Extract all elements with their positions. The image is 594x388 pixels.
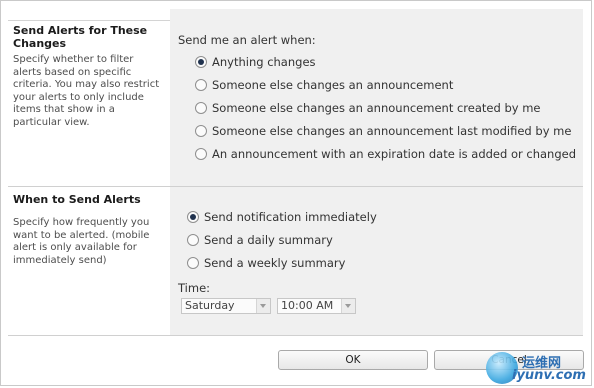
footer-divider — [8, 335, 583, 336]
option-label: Someone else changes an announcement — [212, 78, 454, 92]
send-alerts-description: Specify whether to filter alerts based o… — [13, 54, 160, 128]
time-select[interactable]: 10:00 AM — [277, 298, 356, 314]
option-label: Anything changes — [212, 55, 316, 69]
time-select-value: 10:00 AM — [281, 299, 334, 312]
day-select[interactable]: Saturday — [181, 298, 271, 314]
option-expiration-date[interactable]: An announcement with an expiration date … — [195, 146, 576, 162]
option-changes-created-by-me[interactable]: Someone else changes an announcement cre… — [195, 100, 541, 116]
watermark-text-domain: iyunv.com — [512, 368, 586, 383]
radio-button[interactable] — [195, 79, 207, 91]
alert-when-prompt: Send me an alert when: — [178, 33, 316, 47]
radio-button[interactable] — [195, 125, 207, 137]
send-alerts-heading: Send Alerts for These Changes — [13, 24, 148, 50]
radio-button[interactable] — [187, 234, 199, 246]
option-daily-summary[interactable]: Send a daily summary — [187, 232, 333, 248]
day-select-value: Saturday — [185, 299, 235, 312]
when-to-send-description: Specify how frequently you want to be al… — [13, 217, 150, 266]
option-anything-changes[interactable]: Anything changes — [195, 54, 316, 70]
option-someone-changes[interactable]: Someone else changes an announcement — [195, 77, 453, 93]
ok-button[interactable]: OK — [278, 350, 428, 370]
option-changes-modified-by-me[interactable]: Someone else changes an announcement las… — [195, 123, 571, 139]
option-label: Send notification immediately — [204, 210, 377, 224]
option-label: Send a daily summary — [204, 233, 333, 247]
site-watermark: 运维网 iyunv.com — [486, 352, 590, 386]
alert-settings-panel: Send Alerts for These Changes Specify wh… — [0, 0, 592, 386]
radio-button[interactable] — [195, 148, 207, 160]
when-to-send-heading: When to Send Alerts — [13, 193, 141, 206]
option-label: Someone else changes an announcement cre… — [212, 101, 541, 115]
chevron-down-icon[interactable] — [256, 299, 270, 313]
radio-button[interactable] — [195, 102, 207, 114]
option-label: An announcement with an expiration date … — [212, 147, 577, 161]
chevron-down-icon[interactable] — [341, 299, 355, 313]
option-send-immediately[interactable]: Send notification immediately — [187, 209, 377, 225]
option-label: Someone else changes an announcement las… — [212, 124, 572, 138]
section-divider — [8, 186, 583, 187]
radio-button-checked[interactable] — [195, 56, 207, 68]
time-label: Time: — [178, 281, 211, 295]
radio-button[interactable] — [187, 257, 199, 269]
option-label: Send a weekly summary — [204, 256, 346, 270]
option-weekly-summary[interactable]: Send a weekly summary — [187, 255, 345, 271]
radio-button-checked[interactable] — [187, 211, 199, 223]
